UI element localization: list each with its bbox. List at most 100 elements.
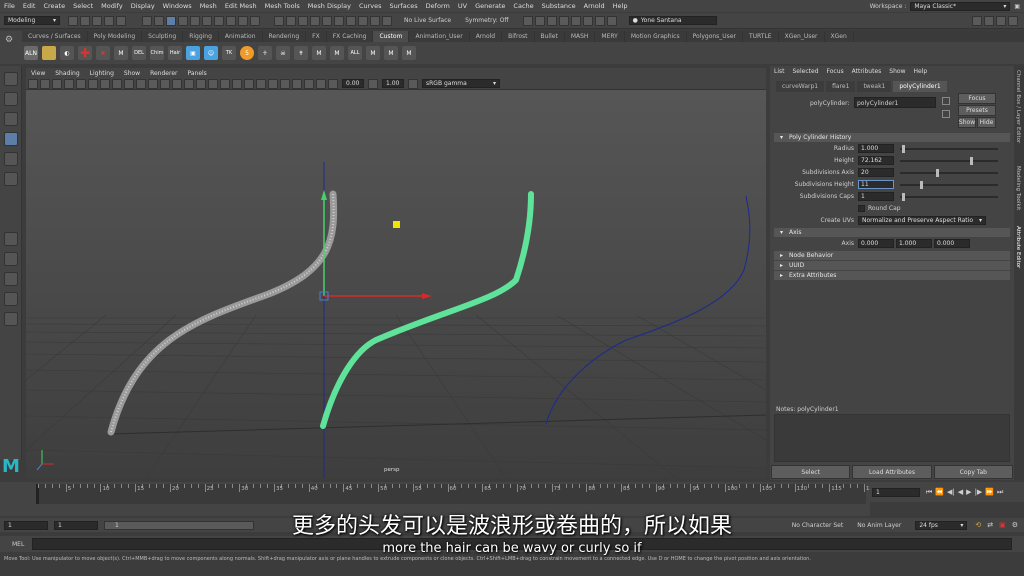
- m-shelf-button[interactable]: M: [330, 46, 344, 60]
- manipulator-plane-handle[interactable]: [393, 221, 400, 228]
- height-slider-knob[interactable]: [970, 157, 973, 165]
- rotate-tool-icon[interactable]: [4, 152, 18, 166]
- node-name-field[interactable]: polyCylinder1: [854, 97, 936, 108]
- field-chart-icon[interactable]: [124, 78, 134, 89]
- snap-surface-icon[interactable]: [322, 15, 332, 26]
- subdivisions-axis-slider-knob[interactable]: [936, 169, 939, 177]
- radius-slider-knob[interactable]: [902, 145, 905, 153]
- viewport-menu-panels[interactable]: Panels: [187, 70, 206, 77]
- wireframe-icon[interactable]: [160, 78, 170, 89]
- motion-blur-icon[interactable]: [244, 78, 254, 89]
- menu-item-edit[interactable]: Edit: [23, 2, 36, 10]
- menu-item-mesh[interactable]: Mesh: [200, 2, 217, 10]
- menu-item-help[interactable]: Help: [613, 2, 628, 10]
- single-view-layout-icon[interactable]: [4, 232, 18, 246]
- m-shelf-button[interactable]: M: [366, 46, 380, 60]
- mask-icon[interactable]: [250, 15, 260, 26]
- gate-mask-icon[interactable]: [112, 78, 122, 89]
- menu-item-cache[interactable]: Cache: [513, 2, 533, 10]
- plus-icon[interactable]: ✚: [78, 46, 92, 60]
- ae-menu-attributes[interactable]: Attributes: [852, 68, 882, 75]
- cube-shelf-button[interactable]: ▣: [186, 46, 200, 60]
- shelf-tab-curves-surfaces[interactable]: Curves / Surfaces: [22, 31, 88, 42]
- shelf-tab-xgen[interactable]: XGen: [825, 31, 854, 42]
- load-attributes-button[interactable]: Load Attributes: [852, 465, 932, 479]
- skeleton-shelf-button[interactable]: ☥: [258, 46, 272, 60]
- paint-select-icon[interactable]: [4, 112, 18, 126]
- select-button[interactable]: Select: [771, 465, 851, 479]
- shelf-tab-xgen-user[interactable]: XGen_User: [779, 31, 825, 42]
- shelf-tab-mery[interactable]: MERY: [595, 31, 625, 42]
- four-view-layout-icon[interactable]: [4, 252, 18, 266]
- tool-icon[interactable]: [546, 15, 557, 26]
- tool-icon[interactable]: [534, 15, 545, 26]
- side-tab-modeling-toolkit[interactable]: Modeling Toolkit: [1015, 166, 1021, 210]
- ae-tab-polycylinder1[interactable]: polyCylinder1: [893, 81, 947, 92]
- menu-item-file[interactable]: File: [4, 2, 15, 10]
- ae-menu-show[interactable]: Show: [889, 68, 905, 75]
- m-shelf-button[interactable]: M: [384, 46, 398, 60]
- move-tool-icon[interactable]: [4, 132, 18, 146]
- go-to-start-icon[interactable]: ⏮: [926, 488, 932, 497]
- mode-dropdown[interactable]: Modeling ▾: [4, 16, 60, 25]
- exposure-icon[interactable]: [328, 78, 338, 89]
- open-scene-icon[interactable]: [80, 15, 90, 26]
- snap-view-icon[interactable]: [310, 15, 320, 26]
- xray-components-icon[interactable]: [316, 78, 326, 89]
- timeline[interactable]: 5 10 15 20 25 30 35 40 45 50 55 60 65 70 75 80 85 90 95 100…: [36, 484, 877, 504]
- ambient-occlusion-icon[interactable]: [232, 78, 242, 89]
- lights-icon[interactable]: [208, 78, 218, 89]
- tk-shelf-button[interactable]: TK: [222, 46, 236, 60]
- xray-joints-icon[interactable]: [304, 78, 314, 89]
- hair-shelf-button[interactable]: Hair: [168, 46, 182, 60]
- xray-icon[interactable]: [292, 78, 302, 89]
- viewport-persp[interactable]: persp: [26, 90, 766, 478]
- step-forward-key-icon[interactable]: ⏩: [985, 488, 994, 496]
- step-back-frame-icon[interactable]: ◀|: [947, 488, 955, 496]
- hypershade-icon[interactable]: [382, 15, 392, 26]
- gamma-icon[interactable]: [368, 78, 378, 89]
- subdivisions-height-slider[interactable]: [900, 181, 998, 189]
- two-view-layout-icon[interactable]: [4, 272, 18, 286]
- m-shelf-button[interactable]: M: [402, 46, 416, 60]
- select-component-icon[interactable]: [166, 15, 176, 26]
- tool-icon[interactable]: [570, 15, 581, 26]
- node-behavior-section[interactable]: ▸ Node Behavior: [774, 251, 1010, 260]
- shelf-tab-animation-user[interactable]: Animation_User: [409, 31, 470, 42]
- safe-action-icon[interactable]: [136, 78, 146, 89]
- undo-icon[interactable]: [104, 15, 114, 26]
- color-space-dropdown[interactable]: sRGB gamma ▾: [422, 79, 500, 88]
- select-tool-icon[interactable]: [4, 72, 18, 86]
- select-hierarchy-icon[interactable]: [142, 15, 152, 26]
- snap-point-icon[interactable]: [298, 15, 308, 26]
- tool-icon[interactable]: [594, 15, 605, 26]
- mask-icon[interactable]: [238, 15, 248, 26]
- poly-cylinder-history-section[interactable]: ▾ Poly Cylinder History: [774, 133, 1010, 142]
- viewport-menu-view[interactable]: View: [31, 70, 45, 77]
- axis-section[interactable]: ▾ Axis: [774, 228, 1010, 237]
- m-shelf-button[interactable]: M: [312, 46, 326, 60]
- subdivisions-caps-slider-knob[interactable]: [902, 193, 905, 201]
- mask-icon[interactable]: [226, 15, 236, 26]
- grid-icon[interactable]: [76, 78, 86, 89]
- go-to-input-icon[interactable]: [942, 97, 950, 105]
- camera-attrs-icon[interactable]: [40, 78, 50, 89]
- lasso-tool-icon[interactable]: [4, 92, 18, 106]
- tool-icon[interactable]: [606, 15, 617, 26]
- menu-item-uv[interactable]: UV: [458, 2, 467, 10]
- texture-shelf-button[interactable]: [42, 46, 56, 60]
- radius-field[interactable]: 1.000: [858, 144, 894, 153]
- height-slider[interactable]: [900, 157, 998, 165]
- subdivisions-caps-field[interactable]: 1: [858, 192, 894, 201]
- axis-x-field[interactable]: 0.000: [858, 239, 894, 248]
- axis-y-field[interactable]: 1.000: [896, 239, 932, 248]
- modeling-toolkit-icon[interactable]: [972, 15, 982, 26]
- wireframe-on-shaded-icon[interactable]: [184, 78, 194, 89]
- menu-item-curves[interactable]: Curves: [359, 2, 382, 10]
- shelf-tab-custom[interactable]: Custom: [373, 31, 410, 42]
- height-field[interactable]: 72.162: [858, 156, 894, 165]
- depth-of-field-icon[interactable]: [268, 78, 278, 89]
- snap-curve-icon[interactable]: [286, 15, 296, 26]
- workspace-dropdown[interactable]: Maya Classic* ▾: [910, 1, 1011, 11]
- side-tab-channel-box[interactable]: Channel Box / Layer Editor: [1015, 70, 1021, 143]
